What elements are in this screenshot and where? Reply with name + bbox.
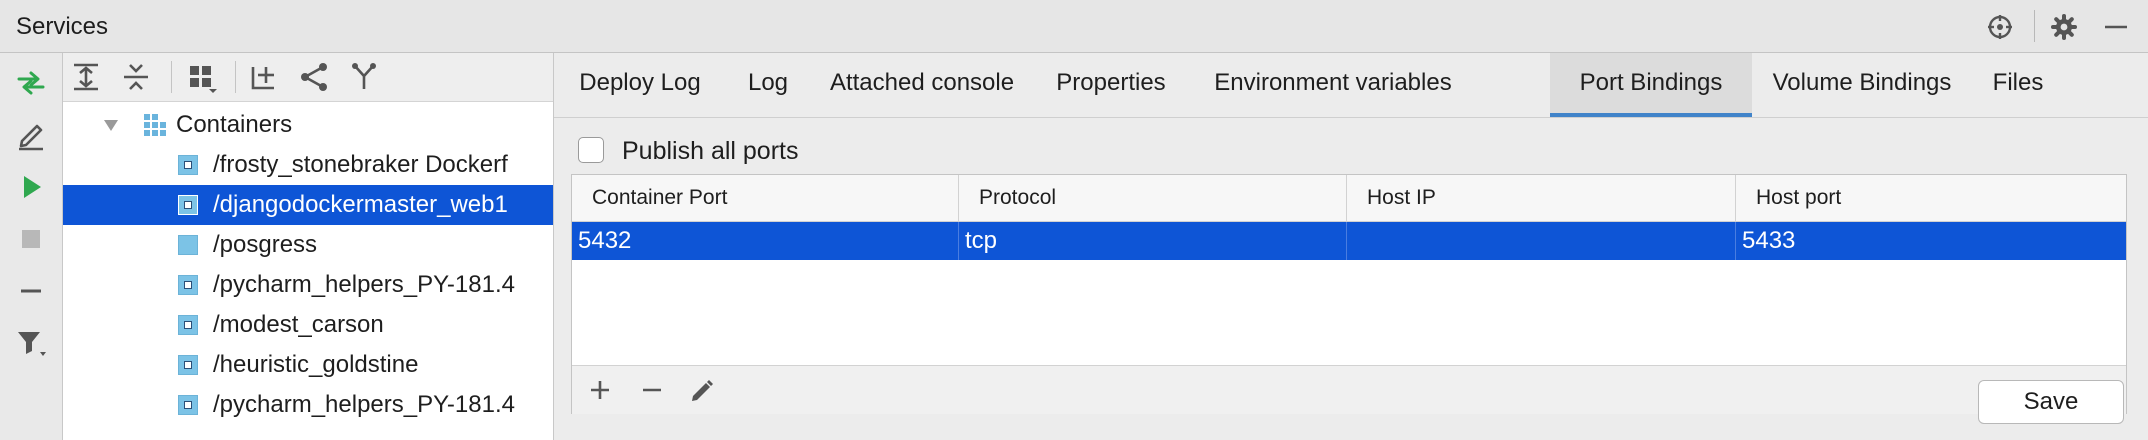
publish-all-ports-label[interactable]: Publish all ports xyxy=(622,135,798,167)
minimize-icon[interactable] xyxy=(2102,13,2130,41)
container-name: /frosty_stonebraker Dockerf xyxy=(213,151,508,178)
tab-environment-variables[interactable]: Environment variables xyxy=(1188,53,1478,117)
add-service-icon[interactable] xyxy=(247,61,281,93)
tree-toolbar-separator xyxy=(171,61,172,93)
publish-all-ports-checkbox[interactable] xyxy=(578,137,604,163)
expand-all-icon[interactable] xyxy=(69,61,103,93)
cell-protocol[interactable]: tcp xyxy=(959,222,1347,260)
containers-group-icon xyxy=(144,114,166,136)
tree-item-container[interactable]: /heuristic_goldstine xyxy=(63,345,553,385)
group-by-icon[interactable] xyxy=(185,61,219,93)
fork-icon[interactable] xyxy=(347,61,381,93)
tree-item-container[interactable]: /modest_carson xyxy=(63,305,553,345)
container-icon xyxy=(178,355,198,375)
tab-log[interactable]: Log xyxy=(726,53,810,117)
table-row[interactable]: 5432 tcp 5433 xyxy=(572,222,2126,260)
tree-item-container[interactable]: /pycharm_helpers_PY-181.4 xyxy=(63,385,553,425)
tree-toolbar-separator xyxy=(235,61,236,93)
container-icon xyxy=(178,275,198,295)
cell-host-ip[interactable] xyxy=(1347,222,1736,260)
container-name: /pycharm_helpers_PY-181.4 xyxy=(213,391,515,418)
tab-volume-bindings[interactable]: Volume Bindings xyxy=(1752,53,1972,117)
filter-icon[interactable] xyxy=(13,325,49,361)
container-name: /djangodockermaster_web1 xyxy=(213,191,508,218)
save-button[interactable]: Save xyxy=(1978,380,2124,424)
crosshair-icon[interactable] xyxy=(1986,13,2014,41)
container-name: /modest_carson xyxy=(213,311,384,338)
detail-tab-bar: Deploy Log Log Attached console Properti… xyxy=(554,53,2148,118)
tree-node-label: Containers xyxy=(176,111,293,138)
tree-item-container[interactable]: /pycharm_helpers_PY-181.4 xyxy=(63,265,553,305)
tree-expand-arrow-icon[interactable] xyxy=(103,117,119,133)
tab-port-bindings[interactable]: Port Bindings xyxy=(1550,53,1752,117)
tab-deploy-log[interactable]: Deploy Log xyxy=(554,53,726,117)
branch-icon[interactable] xyxy=(297,61,331,93)
collapse-all-icon[interactable] xyxy=(119,61,153,93)
add-icon[interactable] xyxy=(584,374,616,406)
column-header-host-port[interactable]: Host port xyxy=(1736,175,2126,221)
window-title: Services xyxy=(16,13,109,40)
column-header-container-port[interactable]: Container Port xyxy=(572,175,959,221)
container-name: /posgress xyxy=(213,231,318,258)
tree-item-container[interactable]: /posgress xyxy=(63,225,553,265)
column-header-protocol[interactable]: Protocol xyxy=(959,175,1347,221)
cell-container-port[interactable]: 5432 xyxy=(572,222,959,260)
cell-host-port[interactable]: 5433 xyxy=(1736,222,2126,260)
tab-attached-console[interactable]: Attached console xyxy=(810,53,1034,117)
table-header: Container Port Protocol Host IP Host por… xyxy=(572,175,2126,222)
remove-icon[interactable] xyxy=(636,374,668,406)
tab-properties[interactable]: Properties xyxy=(1034,53,1188,117)
tab-files[interactable]: Files xyxy=(1972,53,2064,117)
collapse-minus-icon[interactable] xyxy=(13,273,49,309)
run-icon[interactable] xyxy=(13,169,49,205)
container-icon xyxy=(178,315,198,335)
table-toolbar xyxy=(572,365,2126,414)
column-header-host-ip[interactable]: Host IP xyxy=(1347,175,1736,221)
container-detail-panel: Deploy Log Log Attached console Properti… xyxy=(554,53,2148,440)
container-name: /pycharm_helpers_PY-181.4 xyxy=(213,271,515,298)
edit-configuration-icon[interactable] xyxy=(13,117,49,153)
tree-item-container-selected[interactable]: /djangodockermaster_web1 xyxy=(63,185,553,225)
container-stopped-icon xyxy=(178,235,198,255)
stop-icon xyxy=(22,230,40,248)
container-icon xyxy=(178,195,198,215)
tree-node-containers[interactable]: Containers xyxy=(63,105,553,145)
tree-toolbar xyxy=(63,53,553,102)
titlebar-separator xyxy=(2034,10,2035,42)
port-bindings-table: Container Port Protocol Host IP Host por… xyxy=(571,174,2127,414)
edit-pencil-icon[interactable] xyxy=(686,374,718,406)
container-icon xyxy=(178,155,198,175)
gear-icon[interactable] xyxy=(2050,13,2078,41)
container-name: /heuristic_goldstine xyxy=(213,351,419,378)
services-toolstrip xyxy=(0,53,63,440)
containers-tree-panel: Containers /frosty_stonebraker Dockerf /… xyxy=(63,53,554,440)
container-icon xyxy=(178,395,198,415)
refresh-deploy-icon[interactable] xyxy=(13,65,49,101)
tree-item-container[interactable]: /frosty_stonebraker Dockerf xyxy=(63,145,553,185)
services-titlebar: Services xyxy=(0,0,2148,53)
